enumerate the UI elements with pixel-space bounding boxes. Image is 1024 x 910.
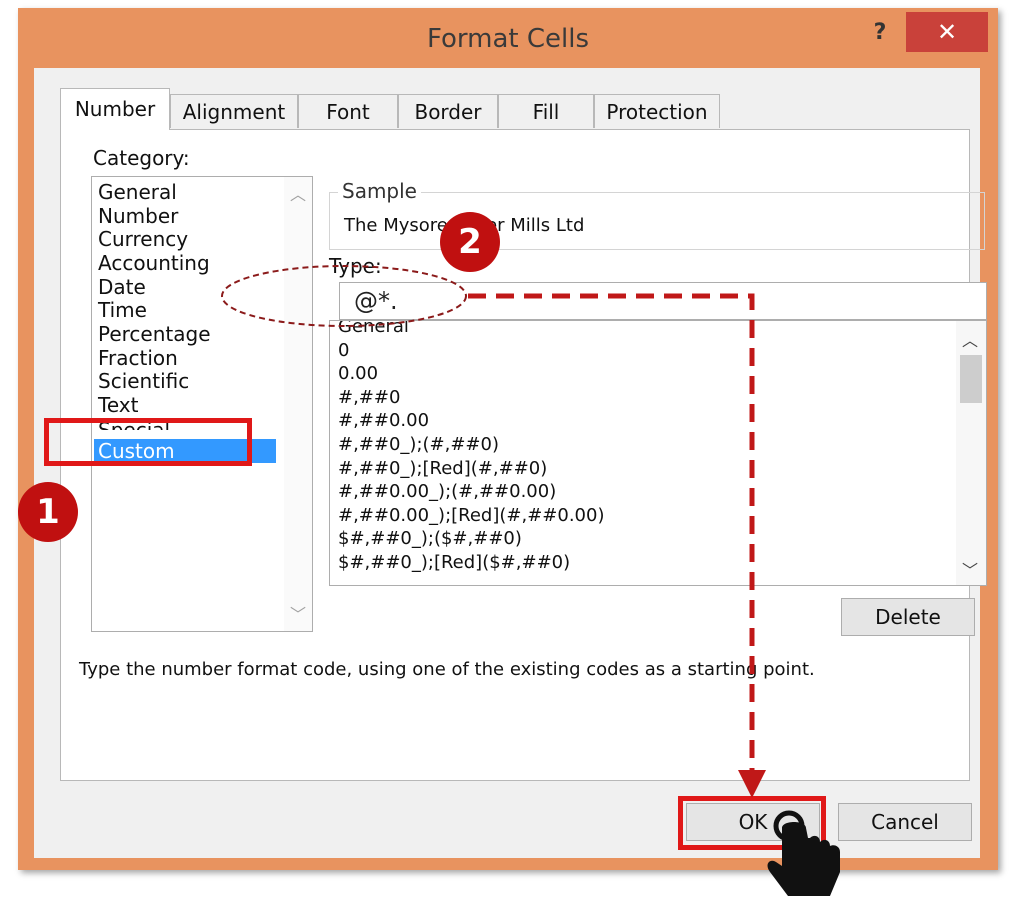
guide-arrow-head-icon [738, 770, 766, 798]
annotation-overlay [221, 265, 840, 896]
type-input-callout [221, 265, 467, 327]
tab-number[interactable]: Number [60, 88, 170, 130]
pointing-hand-cursor-icon [767, 810, 840, 896]
guide-arrow-line [468, 293, 755, 772]
